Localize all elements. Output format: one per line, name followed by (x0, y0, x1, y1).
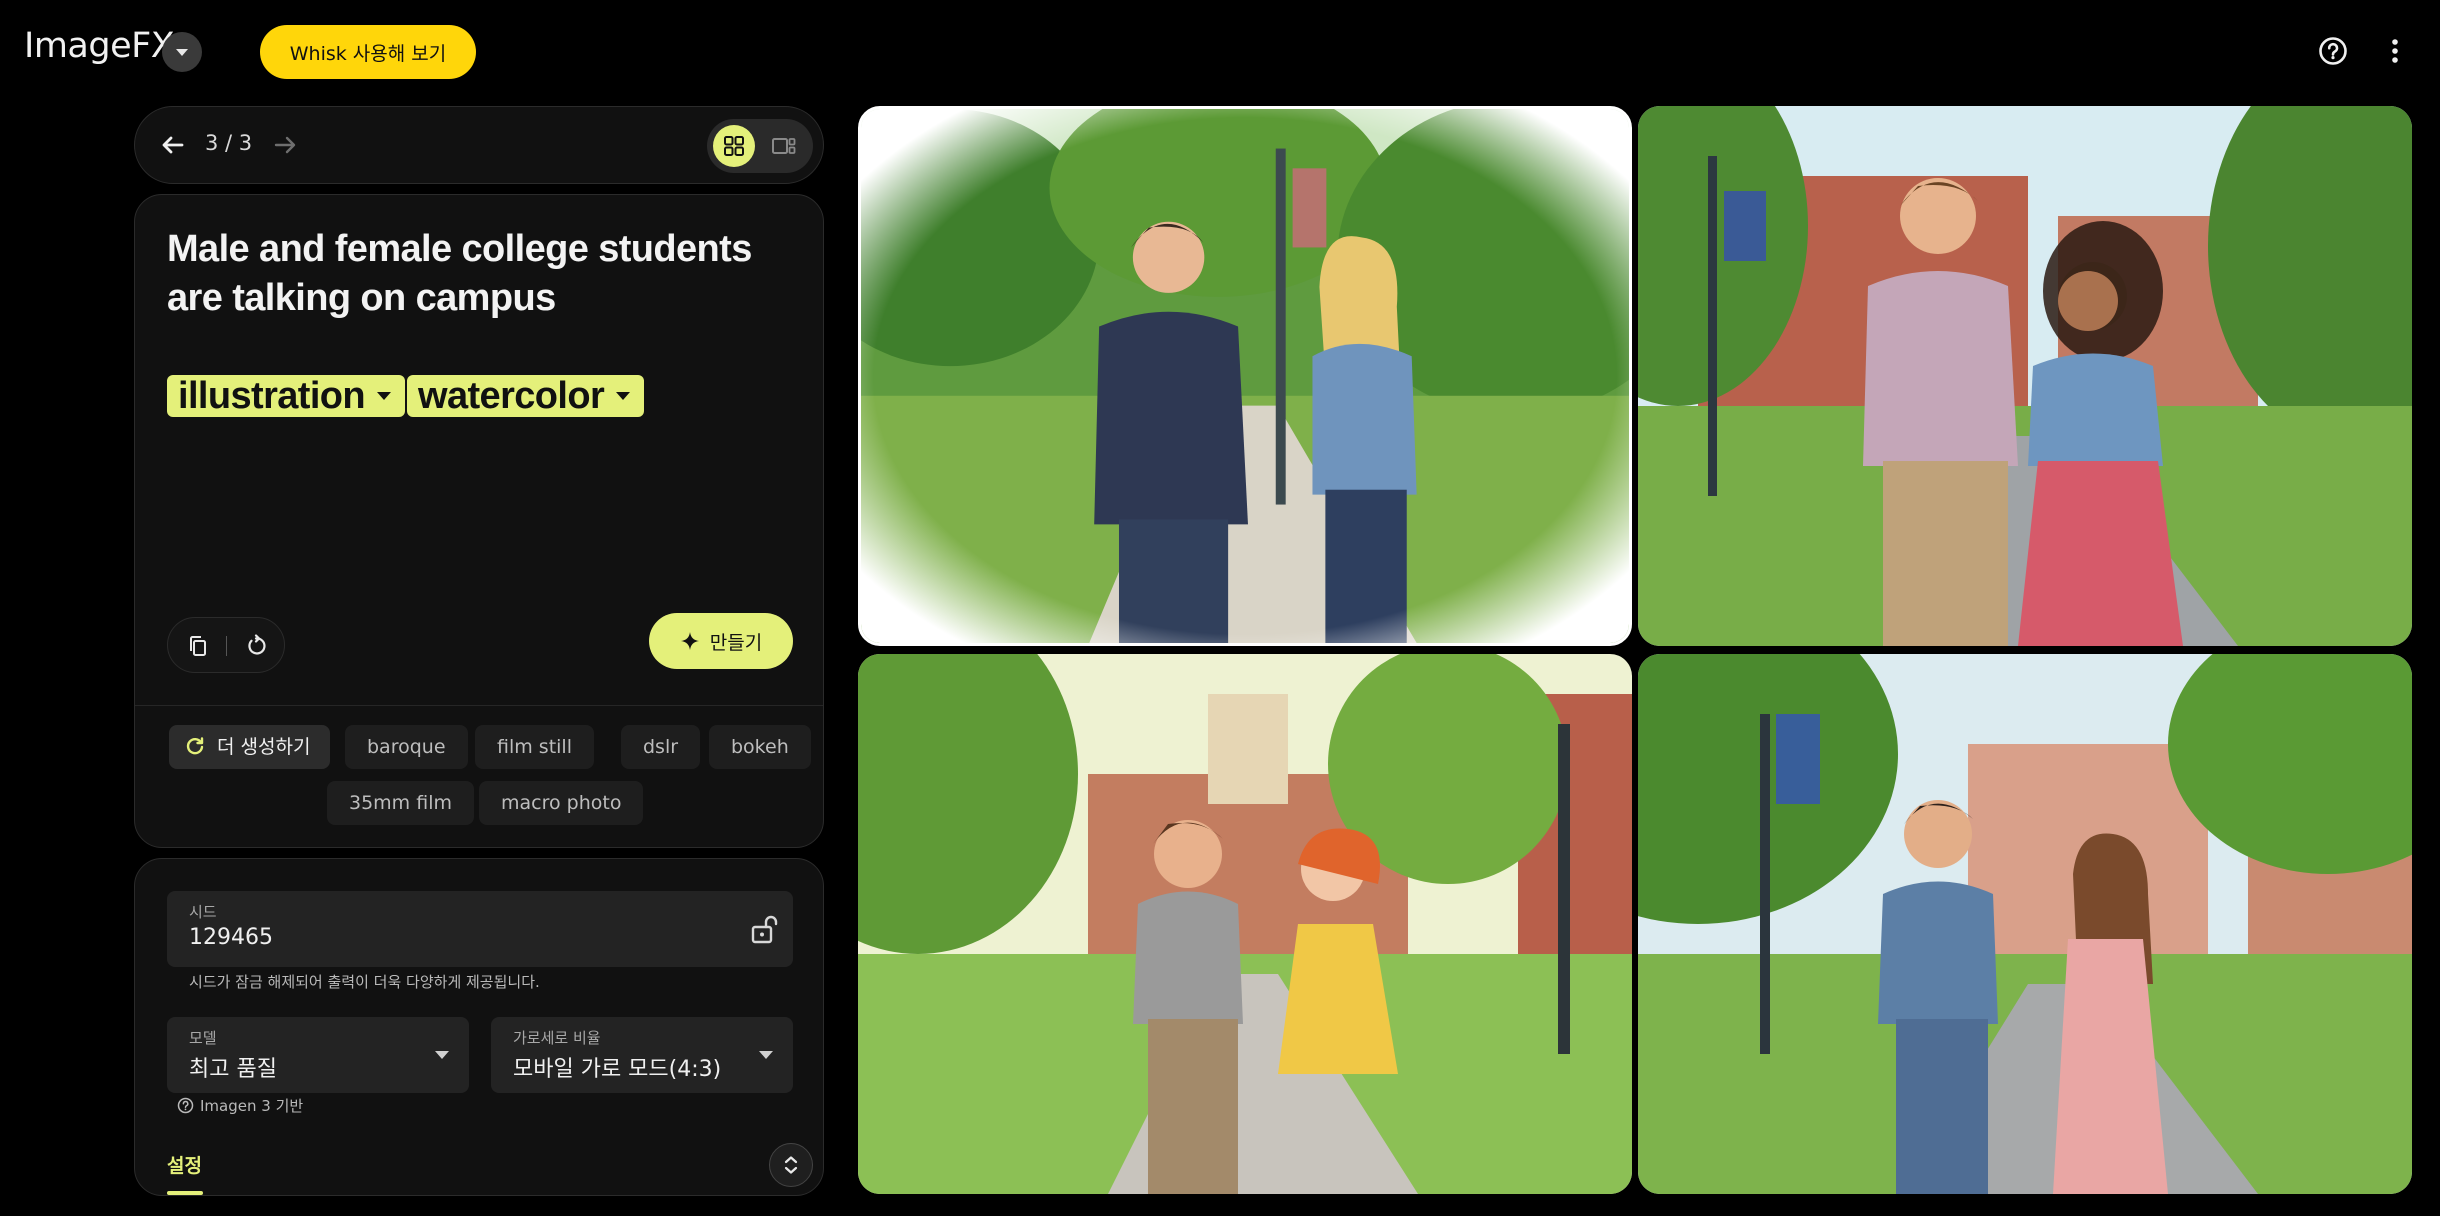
model-note-text: Imagen 3 기반 (200, 1097, 304, 1115)
help-outline-icon (177, 1097, 194, 1114)
collapse-settings-button[interactable] (769, 1143, 813, 1187)
app-logo: ImageFX (24, 26, 175, 66)
suggestion-chip[interactable]: dslr (621, 725, 701, 769)
aspect-ratio-label: 가로세로 비율 (513, 1029, 601, 1047)
reset-prompt-button[interactable] (240, 630, 272, 662)
caret-down-icon (176, 48, 188, 56)
try-whisk-button[interactable]: Whisk 사용해 보기 (260, 25, 476, 79)
generated-image-1[interactable] (858, 106, 1632, 646)
top-bar: ImageFX Whisk 사용해 보기 (0, 0, 2440, 100)
divider (135, 705, 823, 706)
grid-view-icon (724, 136, 744, 156)
copy-icon (190, 636, 206, 656)
help-icon[interactable] (2318, 36, 2348, 66)
carousel-view-icon (772, 138, 796, 154)
model-select[interactable]: 모델 최고 품질 (167, 1017, 469, 1093)
settings-tab[interactable]: 설정 (167, 1151, 202, 1178)
caret-down-icon (435, 1051, 449, 1059)
suggestion-chip[interactable]: baroque (345, 725, 468, 769)
aspect-ratio-select[interactable]: 가로세로 비율 모바일 가로 모드(4:3) (491, 1017, 793, 1093)
seed-help-text: 시드가 잠금 해제되어 출력이 더욱 다양하게 제공됩니다. (189, 973, 540, 991)
suggestion-chip[interactable]: macro photo (479, 781, 644, 825)
image-illustration (858, 654, 1632, 1194)
prompt-text[interactable]: Male and female college students are tal… (167, 225, 807, 323)
prompt-panel: Male and female college students are tal… (134, 194, 824, 848)
model-note: Imagen 3 기반 (177, 1095, 303, 1116)
lock-open-icon[interactable] (749, 913, 779, 945)
suggestion-chip[interactable]: 35mm film (327, 781, 474, 825)
divider (226, 636, 227, 656)
style-chip-illustration[interactable]: illustration (167, 375, 406, 417)
image-illustration (861, 109, 1629, 643)
reset-icon (248, 634, 266, 655)
seed-label: 시드 (189, 903, 217, 921)
arrow-back-icon (162, 136, 184, 154)
prompt-tools (167, 617, 285, 673)
model-value: 최고 품질 (189, 1057, 277, 1082)
suggestion-chip[interactable]: film still (475, 725, 594, 769)
generate-button-label: 만들기 (709, 631, 763, 654)
unfold-icon (784, 1156, 798, 1174)
generate-more-button[interactable]: 더 생성하기 (169, 725, 331, 769)
generate-more-label: 더 생성하기 (217, 736, 311, 758)
image-illustration (1638, 654, 2412, 1194)
style-chip-label: watercolor (418, 375, 605, 417)
copy-prompt-button[interactable] (182, 630, 214, 662)
single-view-button[interactable] (763, 125, 805, 167)
app-menu-dropdown[interactable] (162, 32, 202, 72)
grid-view-button[interactable] (713, 125, 755, 167)
previous-button[interactable] (153, 125, 193, 165)
result-counter: 3 / 3 (205, 131, 253, 155)
caret-down-icon (616, 392, 631, 400)
more-vert-icon[interactable] (2380, 34, 2410, 68)
caret-down-icon (759, 1051, 773, 1059)
sparkle-icon (680, 632, 699, 650)
generate-button[interactable]: 만들기 (649, 613, 793, 669)
seed-field[interactable]: 시드 129465 (167, 891, 793, 967)
seed-value: 129465 (189, 925, 273, 950)
refresh-icon (186, 737, 204, 755)
generated-image-3[interactable] (858, 654, 1632, 1194)
style-chip-watercolor[interactable]: watercolor (407, 375, 645, 417)
settings-tab-indicator (167, 1191, 203, 1195)
aspect-ratio-value: 모바일 가로 모드(4:3) (513, 1057, 722, 1082)
caret-down-icon (377, 392, 392, 400)
next-button[interactable] (265, 125, 305, 165)
settings-panel: 시드 129465 시드가 잠금 해제되어 출력이 더욱 다양하게 제공됩니다.… (134, 858, 824, 1196)
suggestion-chip[interactable]: bokeh (709, 725, 811, 769)
view-mode-toggle (707, 119, 813, 173)
generated-image-2[interactable] (1638, 106, 2412, 646)
image-illustration (1638, 106, 2412, 646)
arrow-forward-icon (274, 136, 296, 154)
model-label: 모델 (189, 1029, 217, 1047)
style-chip-label: illustration (178, 375, 366, 417)
generated-image-4[interactable] (1638, 654, 2412, 1194)
result-navigation: 3 / 3 (134, 106, 824, 184)
